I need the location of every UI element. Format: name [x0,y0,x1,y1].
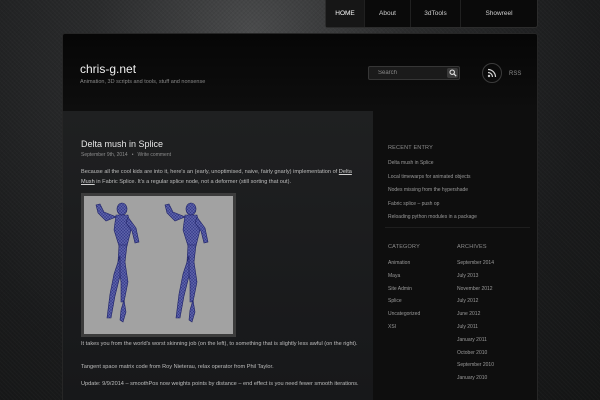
archive-link[interactable]: July 2011 [457,321,494,334]
archive-link[interactable]: July 2013 [457,270,494,283]
category-link[interactable]: Maya [388,270,420,283]
delta-mush-comparison-image [95,202,209,323]
figure-left [95,202,140,323]
category-list: Animation Maya Site Admin Splice Uncateg… [388,257,420,334]
recent-entry-link[interactable]: Local timewarps for animated objects [388,171,477,185]
recent-entry-link[interactable]: Delta mush in Splice [388,157,477,171]
post-paragraph: It takes you from the world's worst skin… [81,341,358,347]
nav-home[interactable]: HOME [326,0,365,27]
site-tagline: Animation, 3D scripts and tools, stuff a… [80,79,206,85]
top-navigation: HOME About 3dTools Showreel [325,0,538,28]
category-link[interactable]: Animation [388,257,420,270]
rss-icon [487,68,497,78]
recent-entry-link[interactable]: Nodes missing from the hypershade [388,184,477,198]
paragraph-text: in Fabric Splice. It's a regular splice … [94,179,292,185]
main-content: Delta mush in Splice September 9th, 2014… [62,111,373,400]
category-link[interactable]: Uncategorized [388,308,420,321]
write-comment-link[interactable]: Write comment [137,152,171,158]
meta-separator: • [131,152,134,158]
search-input[interactable] [372,68,444,78]
archive-link[interactable]: September 2010 [457,359,494,372]
archive-link[interactable]: November 2012 [457,283,494,296]
archive-link[interactable]: October 2010 [457,347,494,360]
category-title: CATEGORY [388,244,420,250]
search-box [368,66,460,80]
site-header: chris-g.net Animation, 3D scripts and to… [62,33,538,111]
category-link[interactable]: Splice [388,295,420,308]
post-title[interactable]: Delta mush in Splice [81,139,163,149]
recent-entry-link[interactable]: Fabric splice – push op [388,198,477,212]
archive-link[interactable]: September 2014 [457,257,494,270]
post-paragraph: Tangent space matrix code from Roy Niete… [81,364,274,370]
sidebar-divider [385,227,530,228]
search-icon [448,69,457,77]
rss-link[interactable]: RSS [509,71,521,77]
post-figure [81,193,236,337]
archive-link[interactable]: June 2012 [457,308,494,321]
post-meta: September 9th, 2014 • Write comment [81,152,171,158]
rss-button[interactable] [482,63,502,83]
archives-title: ARCHIVES [457,244,487,250]
archive-link[interactable]: July 2012 [457,295,494,308]
archive-link[interactable]: January 2011 [457,334,494,347]
nav-about[interactable]: About [365,0,411,27]
post-paragraph: Because all the cool kids are into it, h… [81,167,365,187]
nav-showreel[interactable]: Showreel [461,0,537,27]
paragraph-text: Because all the cool kids are into it, h… [81,169,339,175]
site-title[interactable]: chris-g.net [80,62,136,76]
figure-right [164,202,209,323]
archives-list: September 2014 July 2013 November 2012 J… [457,257,494,385]
search-button[interactable] [447,68,458,78]
category-link[interactable]: XSI [388,321,420,334]
post-date: September 9th, 2014 [81,152,128,158]
recent-entry-title: RECENT ENTRY [388,145,433,151]
category-link[interactable]: Site Admin [388,283,420,296]
sidebar: RECENT ENTRY Delta mush in Splice Local … [373,111,538,400]
recent-entry-link[interactable]: Reloading python modules in a package [388,211,477,225]
recent-entry-list: Delta mush in Splice Local timewarps for… [388,157,477,225]
post-paragraph: Update: 9/9/2014 – smoothPos now weights… [81,381,359,387]
archive-link[interactable]: January 2010 [457,372,494,385]
nav-3dtools[interactable]: 3dTools [411,0,461,27]
